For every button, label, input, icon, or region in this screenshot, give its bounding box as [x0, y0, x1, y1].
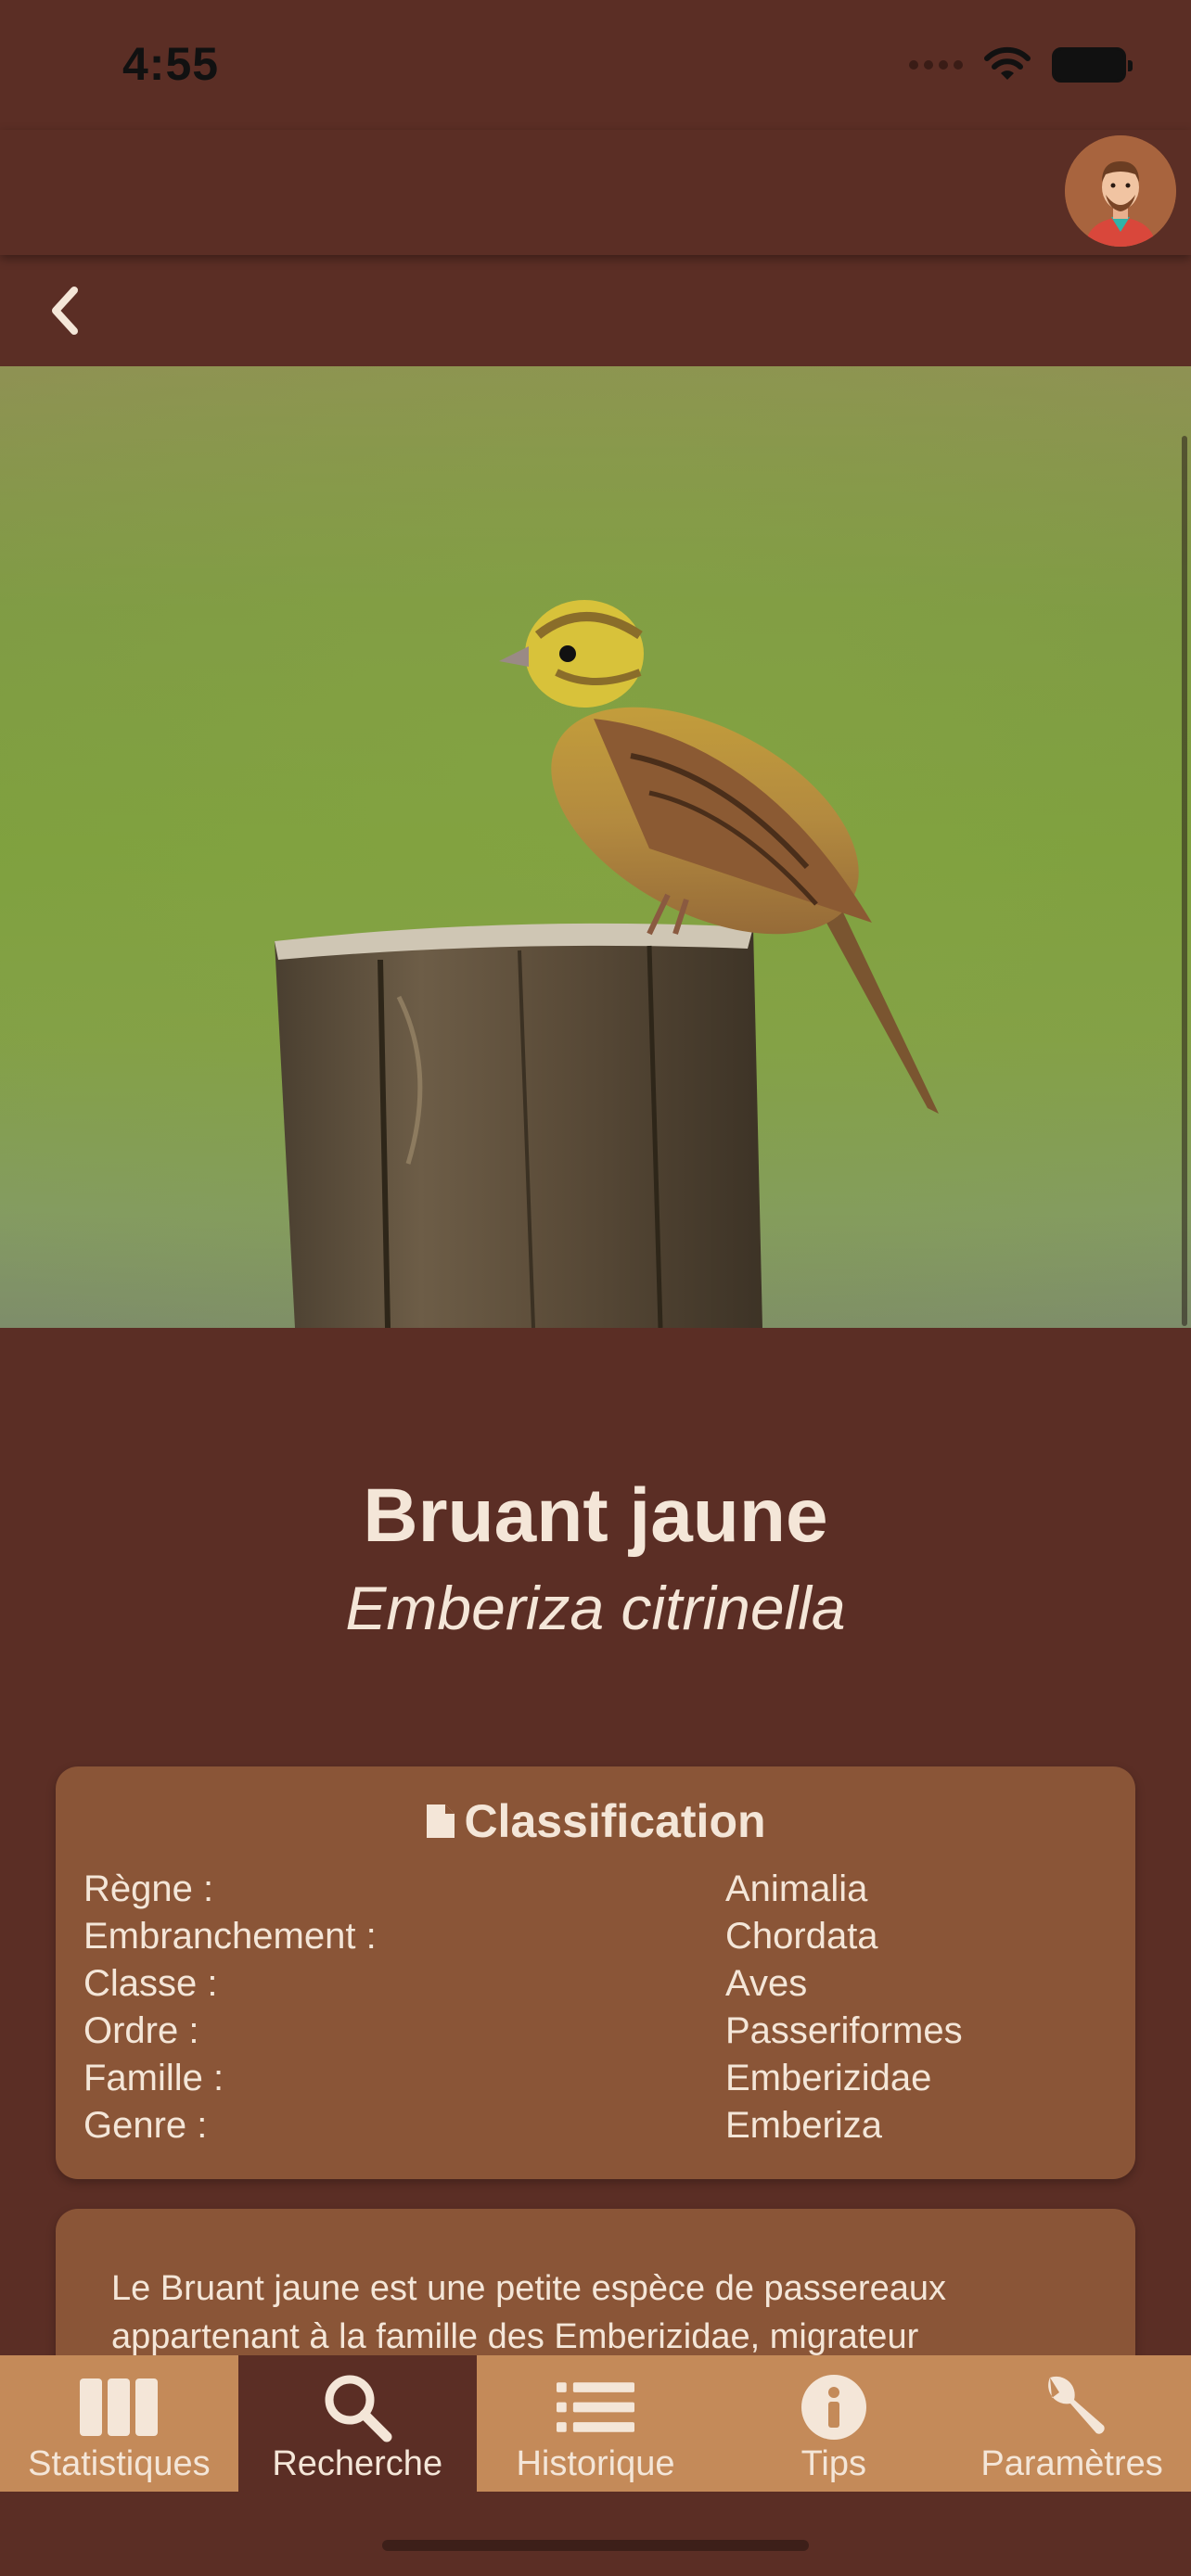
classification-header: Classification	[56, 1794, 1135, 1848]
user-avatar[interactable]	[1065, 135, 1176, 247]
tab-bar: Statistiques Recherche Historique Tips P…	[0, 2355, 1191, 2492]
tab-parametres[interactable]: Paramètres	[953, 2355, 1191, 2492]
tab-statistiques[interactable]: Statistiques	[0, 2355, 238, 2492]
status-bar: 4:55	[0, 0, 1191, 130]
classification-row: Classe : Aves	[83, 1963, 1108, 2009]
classification-key: Règne :	[83, 1868, 214, 1909]
tab-label: Historique	[516, 2444, 675, 2483]
document-icon	[427, 1804, 455, 1838]
classification-key: Ordre :	[83, 2010, 199, 2051]
classification-key: Classe :	[83, 1963, 218, 2004]
tab-recherche[interactable]: Recherche	[237, 2355, 477, 2492]
description-text: Le Bruant jaune est une petite espèce de…	[111, 2269, 946, 2356]
classification-row: Ordre : Passeriformes	[83, 2010, 1108, 2057]
search-icon	[318, 2370, 396, 2444]
classification-key: Embranchement :	[83, 1916, 377, 1957]
classification-card: Classification Règne : Animalia Embranch…	[56, 1766, 1135, 2179]
tab-tips[interactable]: Tips	[714, 2355, 953, 2492]
classification-key: Genre :	[83, 2105, 208, 2146]
app-header	[0, 130, 1191, 255]
classification-row: Règne : Animalia	[83, 1868, 1108, 1915]
tab-label: Tips	[800, 2444, 866, 2483]
battery-icon	[1052, 47, 1133, 83]
status-icons	[909, 46, 1133, 83]
tab-label: Paramètres	[980, 2444, 1163, 2483]
classification-row: Famille : Emberizidae	[83, 2058, 1108, 2104]
classification-value: Aves	[725, 1963, 808, 2004]
species-photo	[0, 366, 1191, 1328]
wifi-icon	[984, 46, 1031, 80]
classification-value: Passeriformes	[725, 2010, 963, 2051]
classification-value: Animalia	[725, 1868, 868, 1909]
list-icon	[556, 2370, 634, 2444]
navigation-bar	[0, 255, 1191, 366]
classification-value: Emberizidae	[725, 2058, 932, 2098]
scroll-indicator[interactable]	[1182, 436, 1187, 1326]
home-indicator-area	[0, 2492, 1191, 2576]
classification-value: Chordata	[725, 1916, 878, 1957]
species-latin-name: Emberiza citrinella	[345, 1574, 846, 1642]
status-time: 4:55	[122, 38, 220, 90]
chevron-left-icon	[52, 287, 78, 335]
tab-label: Recherche	[272, 2444, 443, 2483]
classification-value: Emberiza	[725, 2105, 882, 2146]
classification-title: Classification	[464, 1795, 766, 1847]
tab-historique[interactable]: Historique	[477, 2355, 715, 2492]
home-indicator[interactable]	[382, 2540, 809, 2551]
tab-label: Statistiques	[28, 2444, 211, 2483]
classification-row: Genre : Emberiza	[83, 2105, 1108, 2151]
species-common-name: Bruant jaune	[363, 1473, 828, 1558]
back-button[interactable]	[37, 283, 93, 338]
classification-key: Famille :	[83, 2058, 224, 2098]
wrench-icon	[1033, 2370, 1111, 2444]
classification-row: Embranchement : Chordata	[83, 1916, 1108, 1962]
cellular-signal-icon	[909, 60, 963, 70]
columns-icon	[80, 2370, 159, 2444]
info-icon	[795, 2370, 873, 2444]
